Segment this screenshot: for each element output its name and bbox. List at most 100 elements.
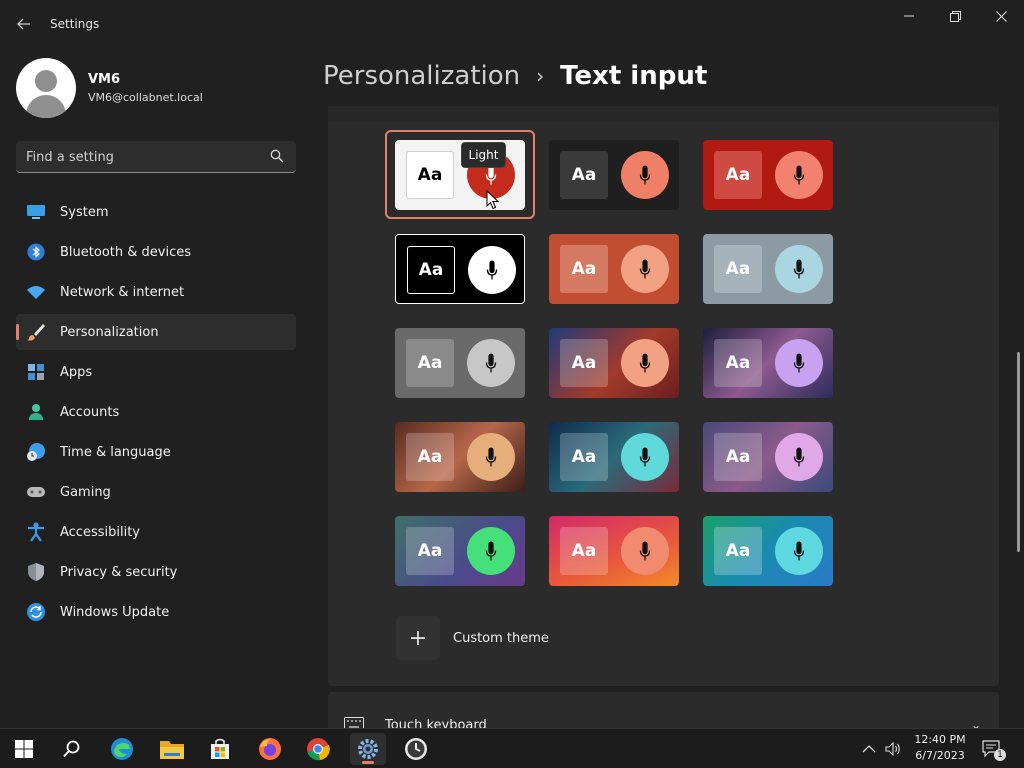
notification-count-badge: 1 [994,749,1006,761]
user-name: VM6 [88,72,121,87]
theme-mic-preview [775,527,823,575]
sidebar-item-accounts[interactable]: Accounts [16,394,296,430]
minimize-button[interactable] [886,0,932,32]
selected-theme-indicator [385,130,535,219]
custom-theme-label[interactable]: Custom theme [453,631,549,646]
avatar[interactable] [16,58,76,118]
taskbar-clock[interactable]: 12:40 PM 6/7/2023 [908,732,972,764]
tray-overflow-button[interactable] [862,729,876,768]
accessibility-icon [26,522,46,542]
theme-tile[interactable]: Aa [703,328,833,398]
theme-tile[interactable]: Aa [395,328,525,398]
theme-mic-preview [775,151,823,199]
theme-mic-preview [621,433,669,481]
microphone-icon [793,447,805,467]
clock-app-icon [405,738,427,760]
sidebar-item-label: Accounts [60,404,120,420]
start-icon [15,740,33,758]
theme-mic-preview [467,527,515,575]
sidebar-item-personalization[interactable]: Personalization [16,314,296,350]
theme-tile[interactable]: Aa [703,422,833,492]
microphone-icon [486,260,498,280]
taskbar-clock-app-button[interactable] [398,733,434,765]
microphone-icon [793,353,805,373]
sidebar-item-time-language[interactable]: Time & language [16,434,296,470]
sidebar: VM6 VM6@collabnet.local System Bluetooth… [0,48,312,728]
chrome-icon [307,738,330,761]
search-icon [63,740,80,758]
sidebar-item-label: Privacy & security [60,564,178,580]
microphone-icon [793,259,805,279]
back-arrow-icon [17,18,30,30]
start-button[interactable] [6,733,42,765]
restore-button[interactable] [932,0,978,32]
taskbar-chrome-button[interactable] [300,733,336,765]
sidebar-item-accessibility[interactable]: Accessibility [16,514,296,550]
touch-keyboard-section[interactable]: Touch keyboard ⌄ [328,692,999,732]
search-input[interactable] [26,148,256,166]
search-icon[interactable] [270,149,284,163]
theme-key-preview: Aa [406,433,454,481]
taskbar-edge-button[interactable] [104,733,140,765]
close-button[interactable] [978,0,1024,32]
theme-key-preview: Aa [560,527,608,575]
theme-tile[interactable]: Aa [549,516,679,586]
taskbar-store-button[interactable] [202,733,238,765]
sidebar-item-label: Time & language [60,444,171,460]
theme-tile[interactable]: Aa [703,234,833,304]
add-custom-theme-button[interactable]: + [396,616,440,660]
breadcrumb-separator: › [536,64,545,88]
taskbar-firefox-button[interactable] [252,733,288,765]
theme-tile[interactable]: Aa [549,140,679,210]
breadcrumb: Personalization › Text input [323,58,707,94]
theme-key-preview: Aa [714,433,762,481]
breadcrumb-parent[interactable]: Personalization [323,61,520,91]
taskbar-search-button[interactable] [54,733,90,765]
scrollbar-thumb[interactable] [1017,352,1020,552]
sidebar-item-apps[interactable]: Apps [16,354,296,390]
taskbar-settings-button[interactable] [350,733,386,765]
microphone-icon [485,541,497,561]
microphone-icon [639,259,651,279]
sidebar-item-privacy[interactable]: Privacy & security [16,554,296,590]
theme-key-preview: Aa [406,339,454,387]
microphone-icon [639,447,651,467]
sidebar-item-system[interactable]: System [16,194,296,230]
theme-tile[interactable]: Aa [549,328,679,398]
theme-tile[interactable]: Aa [703,140,833,210]
sidebar-item-network[interactable]: Network & internet [16,274,296,310]
theme-key-preview: Aa [407,246,455,294]
gamepad-icon [26,482,46,502]
theme-tile[interactable]: Aa [395,422,525,492]
sidebar-item-windows-update[interactable]: Windows Update [16,594,296,630]
microphone-icon [639,353,651,373]
taskbar-file-explorer-button[interactable] [154,733,190,765]
theme-tile[interactable]: Aa [703,516,833,586]
back-button[interactable] [10,10,38,38]
theme-tile[interactable]: Aa [395,516,525,586]
search-box[interactable] [16,141,296,173]
theme-key-preview: Aa [560,151,608,199]
theme-mic-preview [467,339,515,387]
clock-time: 12:40 PM [914,733,966,746]
settings-icon [358,739,378,759]
volume-button[interactable] [885,729,901,768]
chevron-up-icon [862,745,876,753]
theme-tile[interactable]: Aa [395,234,525,304]
theme-tile[interactable]: Aa [549,422,679,492]
theme-tile[interactable]: Aa [549,234,679,304]
accounts-icon [26,402,46,422]
sidebar-nav: System Bluetooth & devices Network & int… [16,194,296,634]
theme-mic-preview [621,339,669,387]
update-icon [26,602,46,622]
theme-tooltip: Light [461,142,506,168]
theme-key-preview: Aa [406,527,454,575]
theme-key-preview: Aa [560,245,608,293]
sidebar-item-bluetooth[interactable]: Bluetooth & devices [16,234,296,270]
sidebar-item-gaming[interactable]: Gaming [16,474,296,510]
notification-center-button[interactable]: 1 [982,729,1006,768]
taskbar: 12:40 PM 6/7/2023 1 [0,728,1024,768]
avatar-head-shape [35,70,57,92]
minimize-icon [904,15,914,17]
sidebar-item-label: Windows Update [60,604,170,620]
